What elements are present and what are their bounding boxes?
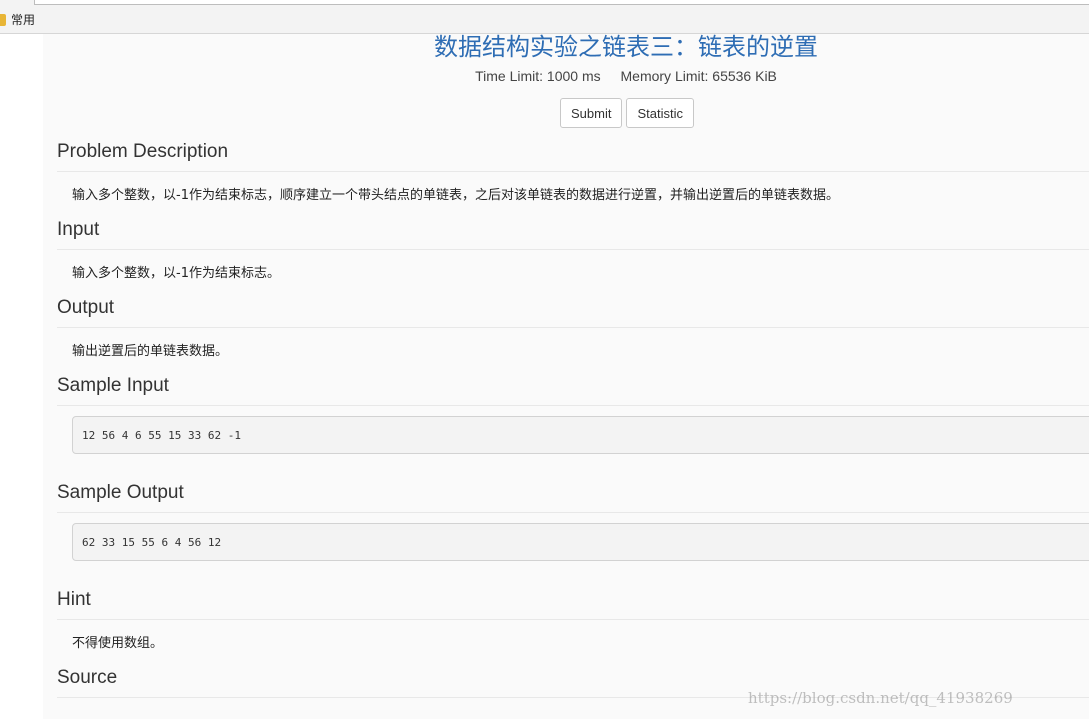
action-buttons: Submit Statistic (560, 98, 694, 128)
description-heading: Problem Description (57, 141, 1089, 172)
input-text: 输入多个整数，以-1作为结束标志。 (72, 266, 280, 281)
sample-input-heading: Sample Input (57, 375, 1089, 406)
statistic-button[interactable]: Statistic (626, 98, 694, 128)
input-heading: Input (57, 219, 1089, 250)
output-text: 输出逆置后的单链表数据。 (72, 344, 229, 359)
problem-title: 数据结构实验之链表三：链表的逆置 (434, 33, 818, 61)
description-text: 输入多个整数，以-1作为结束标志，顺序建立一个带头结点的单链表，之后对该单链表的… (72, 188, 839, 203)
sample-output-heading: Sample Output (57, 482, 1089, 513)
bookmark-label: 常用 (11, 13, 36, 27)
submit-button[interactable]: Submit (560, 98, 623, 128)
memory-limit: Memory Limit: 65536 KiB (620, 68, 777, 84)
hint-heading: Hint (57, 589, 1089, 620)
address-bar-edge[interactable] (34, 0, 1089, 5)
output-heading: Output (57, 297, 1089, 328)
folder-icon (0, 13, 6, 26)
problem-page: 数据结构实验之链表三：链表的逆置 Time Limit: 1000 ms Mem… (43, 34, 1089, 719)
time-limit: Time Limit: 1000 ms (475, 68, 601, 84)
bookmark-folder-common[interactable]: 常用 (0, 11, 35, 28)
bookmarks-bar: 常用 (0, 0, 1089, 34)
problem-limits: Time Limit: 1000 ms Memory Limit: 65536 … (43, 68, 1089, 84)
sample-output-code: 62 33 15 55 6 4 56 12 (72, 523, 1089, 561)
hint-text: 不得使用数组。 (72, 636, 164, 651)
watermark-text: https://blog.csdn.net/qq_41938269 (748, 689, 1013, 707)
sample-input-code: 12 56 4 6 55 15 33 62 -1 (72, 416, 1089, 454)
